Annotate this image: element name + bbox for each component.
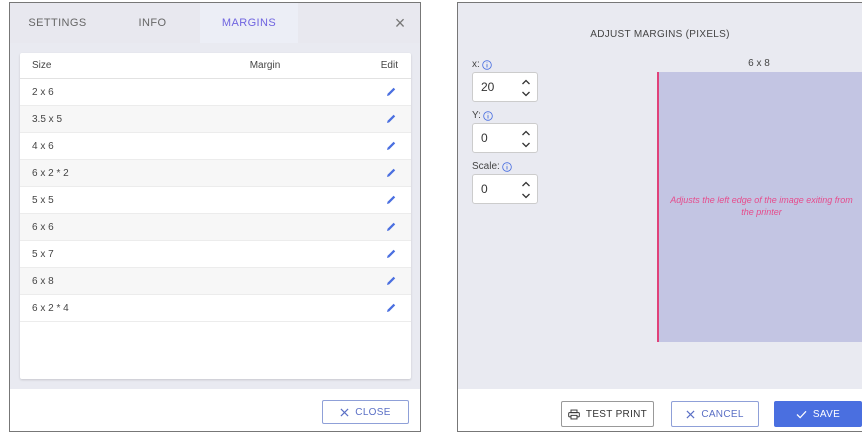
table-row: 4 x 6	[20, 133, 411, 160]
table-row: 2 x 6	[20, 79, 411, 106]
close-icon	[340, 407, 349, 417]
table-row: 6 x 2 * 2	[20, 160, 411, 187]
edit-pencil-icon[interactable]	[385, 140, 397, 152]
scale-label-text: Scale:	[472, 161, 500, 172]
info-icon[interactable]	[502, 161, 512, 172]
edit-pencil-icon[interactable]	[385, 194, 397, 206]
test-print-label: TEST PRINT	[585, 408, 648, 420]
tab-bar: SETTINGS INFO MARGINS ×	[10, 3, 420, 43]
table-row: 6 x 6	[20, 214, 411, 241]
dialog-title: ADJUST MARGINS (PIXELS)	[590, 29, 730, 40]
close-button-label: CLOSE	[355, 406, 391, 418]
scale-label: Scale:	[472, 161, 512, 172]
row-size: 6 x 8	[32, 275, 54, 287]
x-input-value: 20	[481, 80, 495, 94]
row-size: 2 x 6	[32, 86, 54, 98]
table-row: 6 x 2 * 4	[20, 295, 411, 322]
header-margin: Margin	[249, 60, 281, 71]
cancel-label: CANCEL	[701, 408, 744, 420]
table-row: 5 x 5	[20, 187, 411, 214]
tab-info[interactable]: INFO	[105, 3, 200, 43]
cancel-button[interactable]: CANCEL	[671, 401, 759, 427]
edit-pencil-icon[interactable]	[385, 113, 397, 125]
edit-pencil-icon[interactable]	[385, 167, 397, 179]
adjust-margins-dialog: ADJUST MARGINS (PIXELS) x: 20 Y: 0 Scale…	[457, 2, 862, 432]
info-icon[interactable]	[482, 59, 492, 70]
margins-content: Size Margin Edit 2 x 6 3.5 x 5 4 x 6 6 x 2 …	[10, 43, 420, 389]
row-size: 5 x 5	[32, 194, 54, 206]
spinner-arrows-icon[interactable]	[521, 127, 531, 151]
printer-icon	[568, 409, 580, 419]
spinner-arrows-icon[interactable]	[521, 76, 531, 100]
margins-table: Size Margin Edit 2 x 6 3.5 x 5 4 x 6 6 x 2 …	[20, 53, 411, 379]
edit-pencil-icon[interactable]	[385, 302, 397, 314]
y-label: Y:	[472, 110, 493, 121]
edit-pencil-icon[interactable]	[385, 275, 397, 287]
x-input[interactable]: 20	[472, 72, 538, 102]
y-label-text: Y:	[472, 110, 481, 121]
close-icon[interactable]: ×	[380, 3, 420, 43]
close-button[interactable]: CLOSE	[322, 400, 409, 424]
row-size: 6 x 2 * 4	[32, 302, 69, 314]
table-row: 5 x 7	[20, 241, 411, 268]
table-row: 6 x 8	[20, 268, 411, 295]
scale-input-value: 0	[481, 182, 488, 196]
row-size: 4 x 6	[32, 140, 54, 152]
header-edit: Edit	[380, 60, 398, 71]
info-icon[interactable]	[483, 110, 493, 121]
x-label-text: x:	[472, 59, 480, 70]
edit-pencil-icon[interactable]	[385, 86, 397, 98]
adjust-margins-body: ADJUST MARGINS (PIXELS) x: 20 Y: 0 Scale…	[458, 3, 862, 389]
margins-dialog: SETTINGS INFO MARGINS × Size Margin Edit…	[9, 2, 421, 432]
edit-pencil-icon[interactable]	[385, 248, 397, 260]
row-size: 6 x 2 * 2	[32, 167, 69, 179]
close-icon	[686, 409, 695, 419]
table-body: 2 x 6 3.5 x 5 4 x 6 6 x 2 * 2 5 x 5 6 x 6 5 x …	[20, 79, 411, 322]
scale-input[interactable]: 0	[472, 174, 538, 204]
tab-settings[interactable]: SETTINGS	[10, 3, 105, 43]
preview-size-label: 6 x 8	[748, 58, 770, 69]
save-label: SAVE	[812, 408, 841, 420]
row-size: 3.5 x 5	[32, 113, 63, 125]
tab-bar-spacer	[298, 3, 380, 43]
table-row: 3.5 x 5	[20, 106, 411, 133]
spinner-arrows-icon[interactable]	[521, 178, 531, 202]
tab-margins[interactable]: MARGINS	[200, 3, 298, 43]
check-icon	[796, 410, 807, 419]
edit-pencil-icon[interactable]	[385, 221, 397, 233]
y-input-value: 0	[481, 131, 488, 145]
dialog-footer: CLOSE	[10, 389, 420, 431]
y-input[interactable]: 0	[472, 123, 538, 153]
print-preview: Adjusts the left edge of the image exiti…	[657, 72, 862, 342]
table-header: Size Margin Edit	[20, 53, 411, 79]
preview-note: Adjusts the left edge of the image exiti…	[670, 195, 853, 217]
x-label: x:	[472, 59, 492, 70]
save-button[interactable]: SAVE	[774, 401, 862, 427]
test-print-button[interactable]: TEST PRINT	[561, 401, 654, 427]
row-size: 6 x 6	[32, 221, 54, 233]
row-size: 5 x 7	[32, 248, 54, 260]
header-size: Size	[32, 60, 52, 71]
adjust-margins-footer: TEST PRINT CANCEL SAVE	[458, 389, 862, 431]
